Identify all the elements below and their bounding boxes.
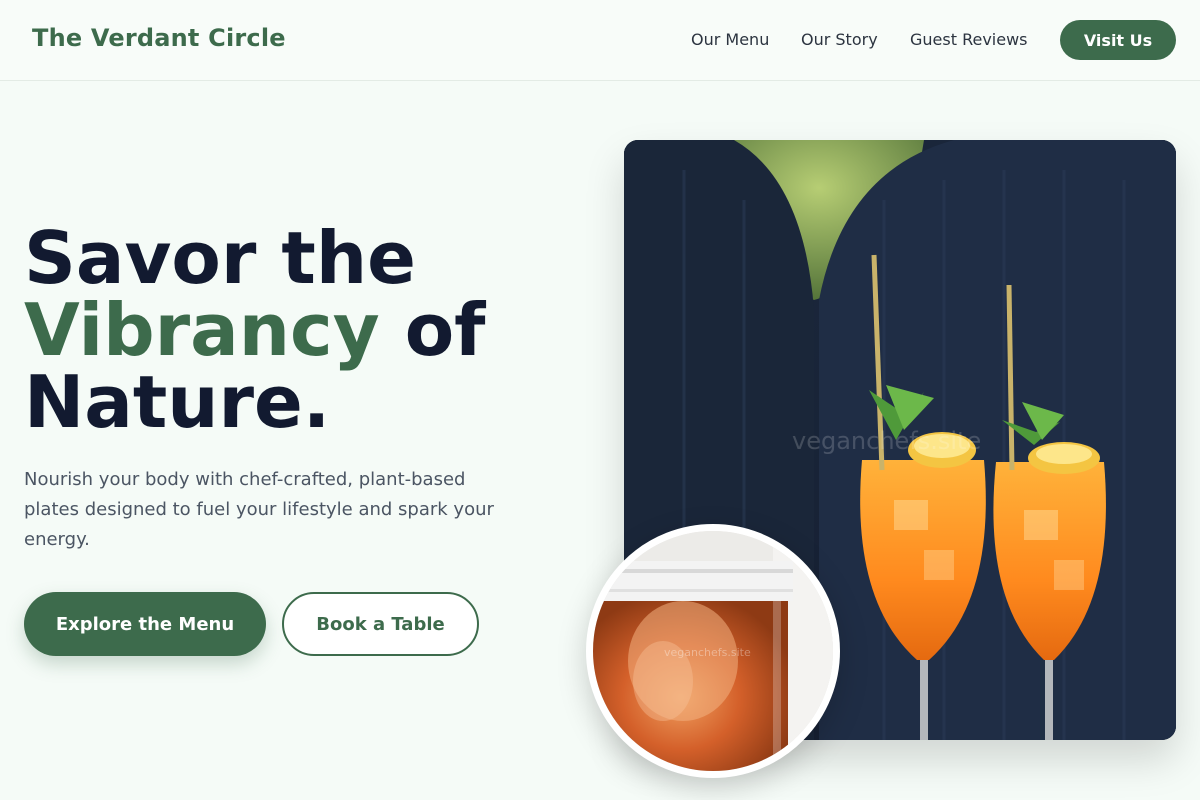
- visit-us-button[interactable]: Visit Us: [1060, 20, 1176, 60]
- brand-logo[interactable]: The Verdant Circle: [32, 24, 286, 52]
- book-table-button[interactable]: Book a Table: [282, 592, 479, 656]
- nav-our-story[interactable]: Our Story: [801, 30, 878, 49]
- nav-guest-reviews[interactable]: Guest Reviews: [910, 30, 1028, 49]
- hero-subtitle: Nourish your body with chef-crafted, pla…: [24, 469, 494, 550]
- hero-title-line3: Nature.: [24, 360, 331, 444]
- hero-title-rest: of: [379, 288, 486, 372]
- site-header: The Verdant Circle Our Menu Our Story Gu…: [0, 0, 1200, 81]
- circle-image-watermark: veganchefs.site: [664, 646, 751, 659]
- hero-title: Savor the Vibrancy of Nature.: [24, 222, 584, 438]
- main-image-watermark: veganchefs.site: [792, 427, 982, 455]
- nav-our-menu[interactable]: Our Menu: [691, 30, 769, 49]
- explore-menu-button[interactable]: Explore the Menu: [24, 592, 266, 656]
